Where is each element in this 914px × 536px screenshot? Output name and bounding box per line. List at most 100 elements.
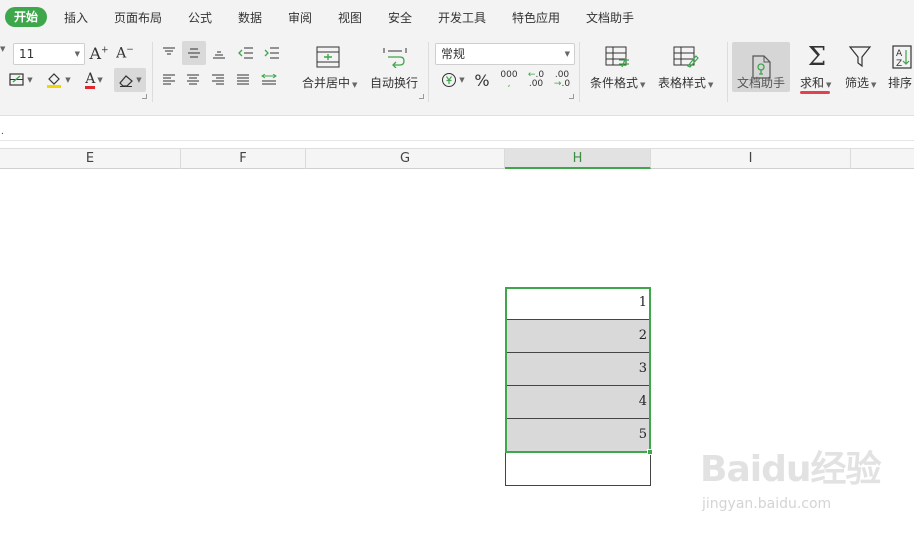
table-style-button[interactable] [668, 42, 704, 72]
watermark-logo: Baidu经验 [700, 449, 881, 490]
sort-label[interactable]: 排序 [888, 74, 912, 91]
tab-insert[interactable]: 插入 [64, 9, 88, 27]
chevron-down-icon: ▼ [826, 81, 832, 89]
tab-page-layout[interactable]: 页面布局 [114, 9, 162, 27]
filter-icon [848, 46, 872, 68]
increase-font-button[interactable]: A+ [88, 42, 110, 64]
decrease-font-button[interactable]: A− [114, 42, 136, 64]
sort-button[interactable]: AZ [890, 42, 914, 72]
conditional-format-label[interactable]: 条件格式 ▼ [590, 74, 645, 91]
filter-label[interactable]: 筛选 ▼ [845, 74, 876, 91]
align-center-icon [187, 74, 199, 85]
tab-doc-helper[interactable]: 文档助手 [586, 9, 634, 27]
menu-bar: 开始 插入 页面布局 公式 数据 审阅 视图 安全 开发工具 特色应用 文档助手 [0, 0, 914, 36]
sum-label[interactable]: 求和 ▼ [800, 74, 831, 91]
column-header-h[interactable]: H [505, 149, 651, 169]
number-group-launcher[interactable] [569, 94, 574, 99]
tab-formulas[interactable]: 公式 [188, 9, 212, 27]
chevron-down-icon: ▼ [459, 76, 465, 84]
cell-h-6-sum-target[interactable] [505, 453, 651, 486]
ribbon-separator [428, 42, 429, 102]
align-top-button[interactable] [158, 43, 180, 63]
distribute-button[interactable] [257, 70, 281, 90]
fill-color-button[interactable]: ▼ [42, 69, 74, 91]
wrap-text-label[interactable]: 自动换行 [370, 74, 418, 91]
decrease-decimal-icon: .00 →.0 [553, 70, 571, 89]
cell-h-3[interactable]: 3 [505, 353, 651, 386]
align-left-button[interactable] [158, 70, 180, 90]
column-header-f[interactable]: F [181, 149, 306, 169]
percent-button[interactable]: % [471, 69, 493, 91]
decrease-indent-button[interactable] [234, 43, 258, 63]
tab-security[interactable]: 安全 [388, 9, 412, 27]
font-group-launcher[interactable] [142, 94, 147, 99]
tab-home[interactable]: 开始 [5, 7, 48, 27]
column-header-i[interactable]: I [651, 149, 851, 169]
tab-special-apps[interactable]: 特色应用 [512, 9, 560, 27]
percent-icon: % [474, 70, 490, 90]
number-format-combo[interactable]: 常规 ▼ [435, 43, 575, 65]
align-middle-button[interactable] [182, 41, 206, 65]
align-bottom-button[interactable] [208, 43, 230, 63]
align-right-icon [212, 74, 224, 85]
baidu-watermark: Baidu经验 jingyan.baidu.com [700, 440, 900, 520]
tab-view[interactable]: 视图 [338, 9, 362, 27]
borders-button[interactable]: ▼ [6, 69, 36, 91]
align-top-icon [163, 47, 175, 55]
align-right-button[interactable] [207, 70, 229, 90]
svg-text:Z: Z [896, 59, 902, 69]
increase-indent-button[interactable] [260, 43, 284, 63]
merge-center-label[interactable]: 合并居中 ▼ [302, 74, 357, 91]
chevron-down-icon: ▼ [65, 76, 71, 84]
decrease-decimal-button[interactable]: .00 →.0 [550, 69, 574, 91]
merge-center-button[interactable] [300, 42, 356, 72]
ribbon-toolbar: ▼ 11 ▼ A+ A− ▼ ▼ A ▼ ▼ 合并居中 ▼ 自动换行 常规 ▼ … [0, 36, 914, 116]
column-header-g[interactable]: G [306, 149, 505, 169]
tab-developer-tools[interactable]: 开发工具 [438, 9, 486, 27]
formula-bar[interactable]: . [0, 117, 914, 141]
sum-button[interactable]: Σ [800, 42, 834, 72]
chevron-down-icon: ▼ [640, 81, 646, 89]
clear-format-button[interactable]: ▼ [114, 68, 146, 92]
align-bottom-icon [213, 51, 225, 59]
increase-font-icon: A+ [89, 43, 109, 63]
cell-h-2[interactable]: 2 [505, 320, 651, 353]
cell-h-4[interactable]: 4 [505, 386, 651, 419]
font-color-icon: A [85, 70, 96, 89]
wrap-text-button[interactable] [375, 42, 415, 72]
column-header-e[interactable]: E [0, 149, 181, 169]
sum-highlight-underline [800, 91, 830, 94]
chevron-down-icon: ▼ [352, 81, 358, 89]
thousands-separator-button[interactable]: 000, [497, 69, 521, 91]
indent-icon [264, 47, 279, 59]
alignment-group-launcher[interactable] [419, 94, 424, 99]
font-color-button[interactable]: A ▼ [80, 69, 108, 91]
justify-button[interactable] [232, 70, 254, 90]
cell-h-1[interactable]: 1 [505, 287, 651, 320]
doc-helper-label[interactable]: 文档助手 [737, 74, 785, 91]
worksheet-grid[interactable]: 1 2 3 4 5 Baidu经验 jingyan.baidu.com [0, 170, 914, 536]
chevron-down-icon: ▼ [27, 76, 33, 84]
ribbon-separator [152, 42, 153, 102]
increase-decimal-icon: ←.0.00 [527, 70, 545, 89]
table-style-icon [673, 46, 699, 68]
ribbon-separator [727, 42, 728, 102]
ribbon-separator [579, 42, 580, 102]
fill-handle[interactable] [647, 449, 653, 455]
cell-h-5[interactable]: 5 [505, 419, 651, 452]
eraser-icon [119, 75, 134, 87]
chevron-down-icon: ▼ [74, 50, 80, 58]
merge-cells-icon [316, 46, 340, 68]
currency-button[interactable]: ▼ [438, 69, 468, 91]
increase-decimal-button[interactable]: ←.0.00 [524, 69, 548, 91]
font-name-dropdown-arrow[interactable]: ▼ [0, 45, 5, 53]
tab-data[interactable]: 数据 [238, 9, 262, 27]
font-size-combo[interactable]: 11 ▼ [13, 43, 85, 65]
tab-review[interactable]: 审阅 [288, 9, 312, 27]
table-style-label[interactable]: 表格样式 ▼ [658, 74, 713, 91]
filter-button[interactable] [845, 42, 875, 72]
sigma-icon: Σ [807, 42, 827, 72]
column-headers: E F G H I [0, 148, 914, 169]
align-center-button[interactable] [182, 70, 204, 90]
conditional-format-button[interactable] [600, 42, 636, 72]
